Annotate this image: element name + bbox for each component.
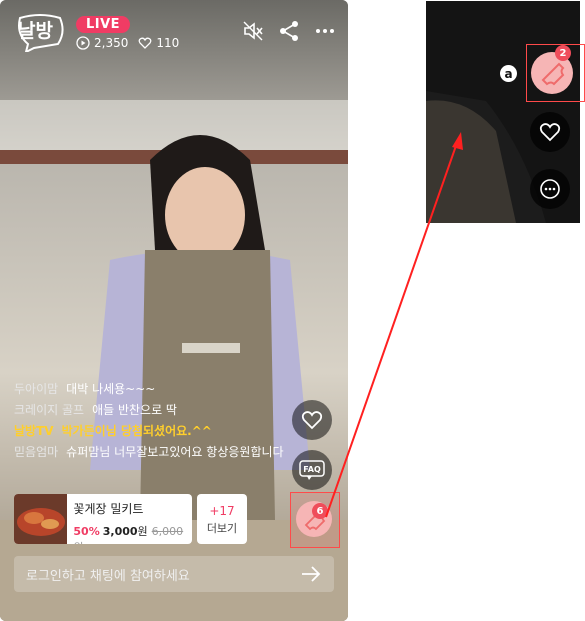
- annotation-arrow: [325, 132, 463, 518]
